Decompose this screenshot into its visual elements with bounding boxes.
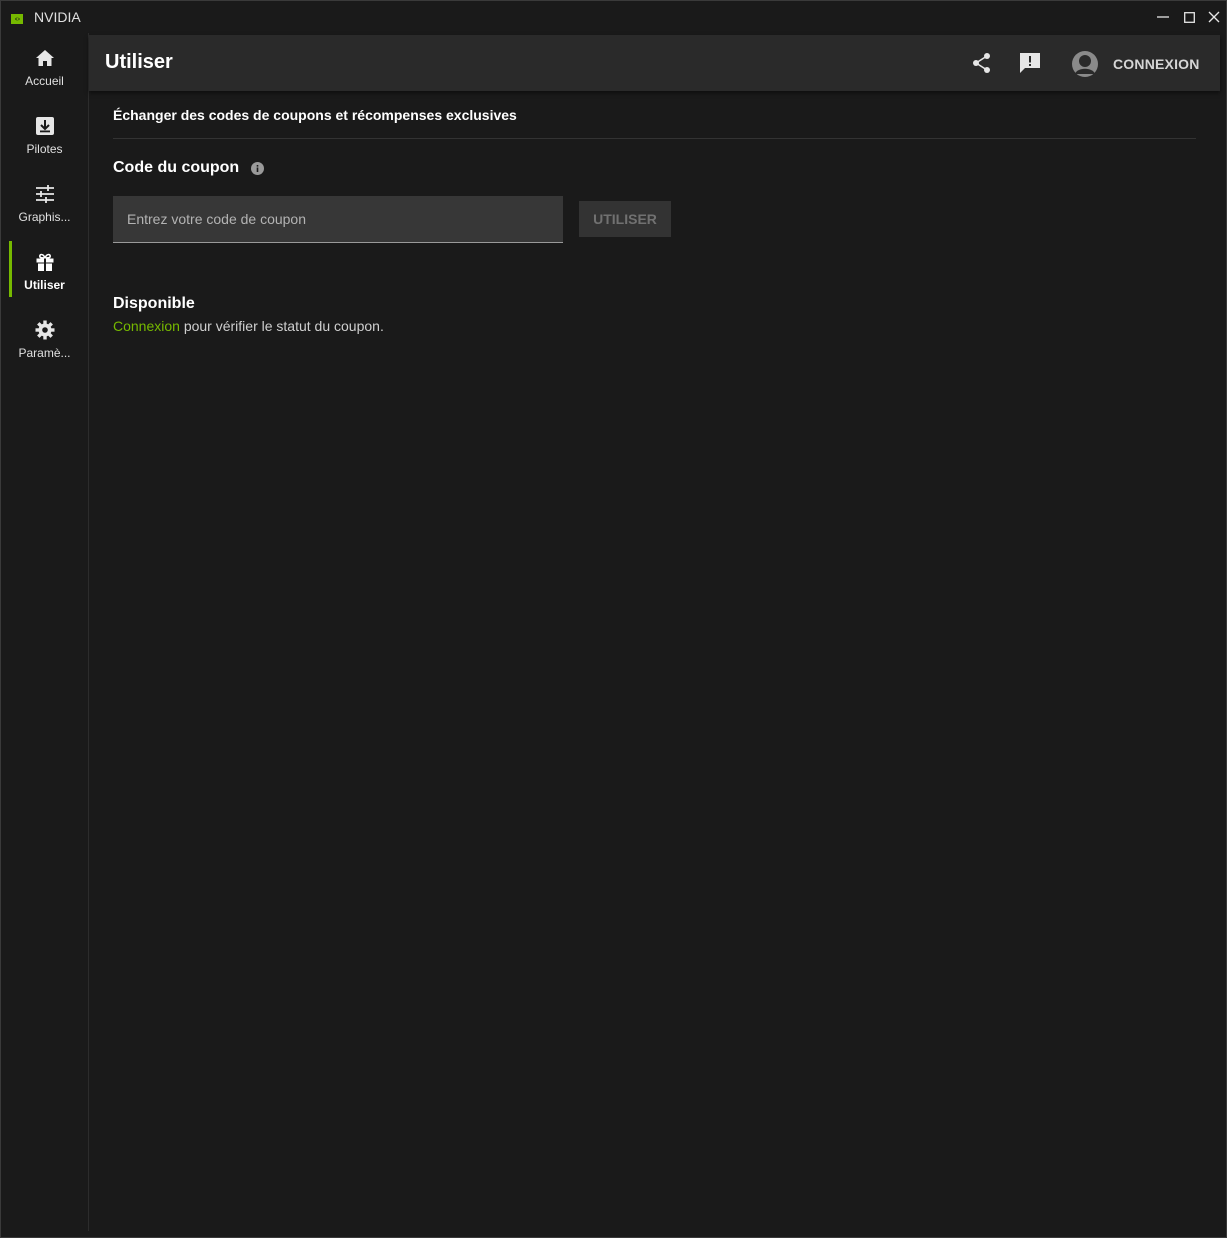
sidebar-item-accueil[interactable]: Accueil: [1, 37, 88, 99]
coupon-code-label-text: Code du coupon: [113, 159, 240, 176]
login-label: CONNEXION: [1113, 56, 1200, 72]
sidebar-item-label: Pilotes: [26, 142, 63, 156]
sidebar-item-label: Accueil: [25, 74, 64, 88]
nvidia-logo-icon: [11, 11, 23, 24]
available-section-title: Disponible: [113, 295, 195, 312]
minimize-icon: [1157, 16, 1169, 18]
active-indicator: [9, 241, 12, 297]
page-header: Utiliser CONNEXION: [89, 35, 1220, 91]
sidebar-item-label: Paramè...: [18, 346, 71, 360]
maximize-button[interactable]: [1176, 5, 1202, 29]
page-title: Utiliser: [105, 51, 173, 73]
status-message: pour vérifier le statut du coupon.: [179, 318, 384, 334]
login-link[interactable]: Connexion: [113, 318, 180, 334]
app-window: NVIDIA Accueil Pilotes Graphis... Utilis…: [0, 0, 1227, 1238]
divider: [113, 138, 1196, 139]
maximize-icon: [1183, 11, 1195, 23]
minimize-button[interactable]: [1150, 5, 1176, 29]
share-button[interactable]: [970, 51, 994, 75]
sidebar-item-parametres[interactable]: Paramè...: [1, 309, 88, 371]
sidebar-item-label: Graphis...: [18, 210, 71, 224]
redeem-button[interactable]: UTILISER: [579, 201, 671, 237]
feedback-button[interactable]: [1018, 51, 1042, 75]
sidebar: Accueil Pilotes Graphis... Utiliser Para…: [1, 33, 89, 1231]
coupon-code-input[interactable]: [113, 196, 563, 243]
title-bar: NVIDIA: [1, 1, 1226, 33]
login-button[interactable]: CONNEXION: [1071, 49, 1200, 79]
close-button[interactable]: [1201, 5, 1226, 29]
sidebar-item-utiliser[interactable]: Utiliser: [1, 241, 88, 303]
sidebar-item-graphiques[interactable]: Graphis...: [1, 173, 88, 235]
coupon-status-text: Connexion pour vérifier le statut du cou…: [113, 318, 384, 334]
feedback-icon: [1020, 53, 1040, 73]
avatar-icon: [1071, 50, 1099, 78]
info-icon[interactable]: [251, 161, 265, 175]
page-subtitle: Échanger des codes de coupons et récompe…: [113, 107, 517, 123]
close-icon: [1208, 11, 1220, 23]
app-title: NVIDIA: [34, 9, 81, 25]
download-icon: [34, 115, 56, 137]
gear-icon: [34, 319, 56, 341]
coupon-code-label: Code du coupon: [113, 159, 265, 177]
gift-icon: [34, 251, 56, 273]
home-icon: [34, 47, 56, 69]
sidebar-item-pilotes[interactable]: Pilotes: [1, 105, 88, 167]
sidebar-item-label: Utiliser: [24, 278, 65, 292]
sliders-icon: [34, 183, 56, 205]
share-icon: [973, 53, 990, 73]
